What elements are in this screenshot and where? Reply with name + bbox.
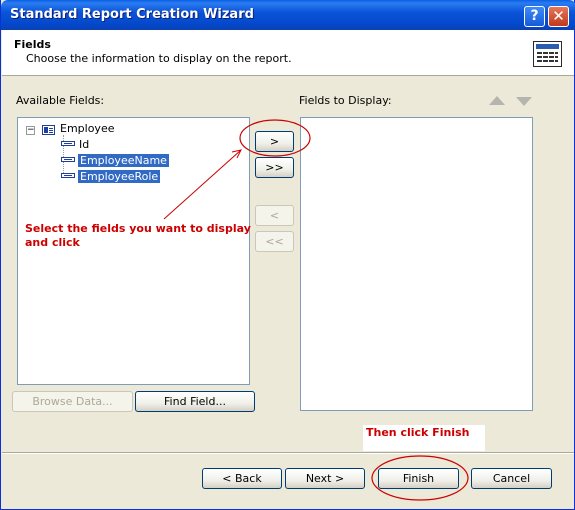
annotation-arrow-line <box>163 149 242 220</box>
finish-button-highlight-ellipse <box>371 455 469 501</box>
wizard-window: Standard Report Creation Wizard ? ✕ Fiel… <box>0 0 575 510</box>
add-button-highlight-ellipse <box>239 119 311 157</box>
annotation-overlay <box>163 119 469 501</box>
